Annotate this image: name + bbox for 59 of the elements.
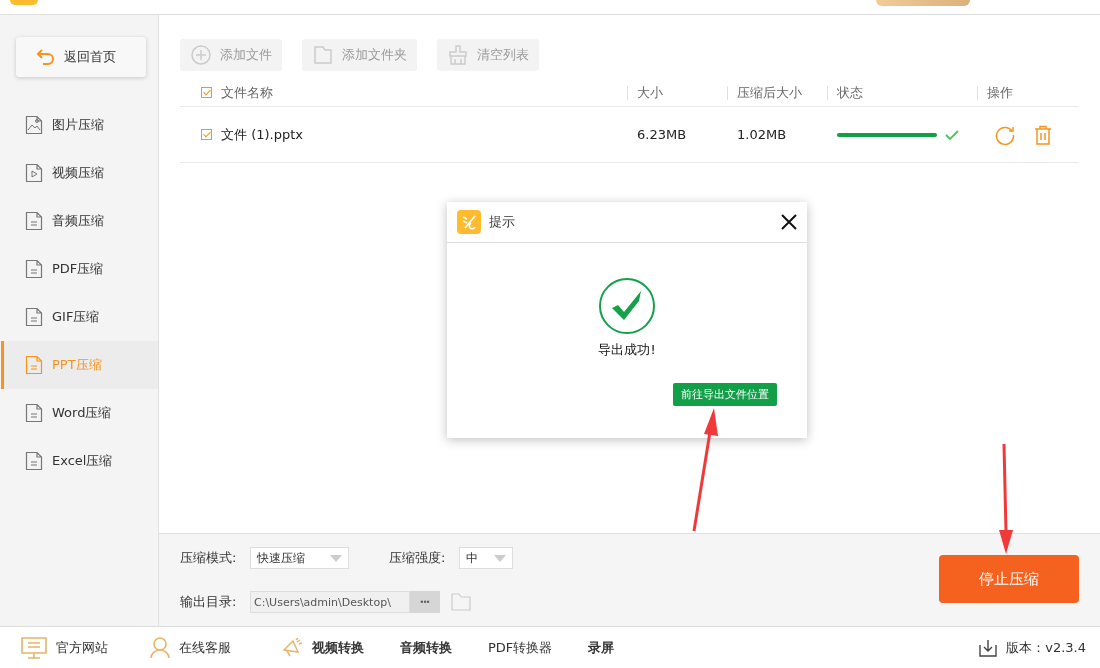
home-button[interactable]: 返回首页 xyxy=(16,37,146,77)
version-info: 版本：v2.3.4 xyxy=(979,638,1086,657)
column-header: 大小 xyxy=(637,83,663,102)
download-icon xyxy=(979,638,998,657)
output-path-field[interactable]: C:\Users\admin\Desktop\ xyxy=(250,591,410,613)
file-name: 文件 (1).pptx xyxy=(221,125,303,144)
sidebar-item[interactable]: 图片压缩 xyxy=(1,101,158,149)
strength-select[interactable]: 中 xyxy=(459,547,513,569)
back-arrow-icon xyxy=(36,47,56,67)
toolbar-icon xyxy=(447,44,469,66)
column-header: 操作 xyxy=(987,83,1013,102)
success-check-icon xyxy=(598,277,656,335)
compressed-size: 1.02MB xyxy=(737,127,787,142)
sidebar-item[interactable]: 音频压缩 xyxy=(1,197,158,245)
file-icon xyxy=(25,355,43,375)
sidebar-item[interactable]: PDF压缩 xyxy=(1,245,158,293)
toolbar-icon xyxy=(312,44,334,66)
strength-label: 压缩强度: xyxy=(389,549,447,567)
megaphone-icon xyxy=(281,636,303,659)
success-message: 导出成功! xyxy=(598,341,656,359)
file-icon xyxy=(25,259,43,279)
file-icon xyxy=(25,451,43,471)
caret-icon xyxy=(330,554,342,562)
file-icon xyxy=(25,163,43,183)
footer-link[interactable]: 音频转换 xyxy=(400,638,452,657)
app-logo-icon xyxy=(10,0,38,5)
sidebar-item[interactable]: Excel压缩 xyxy=(1,437,158,485)
app-logo-icon xyxy=(457,210,481,234)
delete-icon[interactable] xyxy=(1034,124,1052,145)
footer-link[interactable]: 在线客服 xyxy=(150,636,231,659)
toolbar-icon xyxy=(190,44,212,66)
file-icon xyxy=(25,307,43,327)
caret-icon xyxy=(494,554,506,562)
mode-label: 压缩模式: xyxy=(180,549,238,567)
file-size: 6.23MB xyxy=(637,127,687,142)
sidebar-item[interactable]: Word压缩 xyxy=(1,389,158,437)
file-icon xyxy=(25,115,43,135)
person-icon xyxy=(150,636,170,659)
file-icon xyxy=(25,403,43,423)
folder-icon[interactable] xyxy=(451,593,471,611)
footer-link[interactable]: 官方网站 xyxy=(21,636,108,659)
close-icon[interactable] xyxy=(781,214,797,230)
column-header: 状态 xyxy=(837,83,863,102)
footer-link[interactable]: 录屏 xyxy=(588,638,615,657)
sidebar-item[interactable]: GIF压缩 xyxy=(1,293,158,341)
column-header: 压缩后大小 xyxy=(737,83,802,102)
row-checkbox[interactable] xyxy=(201,129,212,140)
column-header: 文件名称 xyxy=(221,83,273,102)
monitor-icon xyxy=(21,636,47,659)
header-button[interactable] xyxy=(876,0,970,6)
browse-button[interactable]: ••• xyxy=(410,591,440,613)
output-label: 输出目录: xyxy=(180,593,238,611)
mode-select[interactable]: 快速压缩 xyxy=(250,547,349,569)
footer-link[interactable]: 视频转换 xyxy=(281,636,364,659)
file-icon xyxy=(25,211,43,231)
footer-link[interactable]: PDF转换器 xyxy=(488,638,553,657)
select-all-checkbox[interactable] xyxy=(201,87,212,98)
dialog-title: 提示 xyxy=(489,213,515,231)
sidebar-item[interactable]: 视频压缩 xyxy=(1,149,158,197)
